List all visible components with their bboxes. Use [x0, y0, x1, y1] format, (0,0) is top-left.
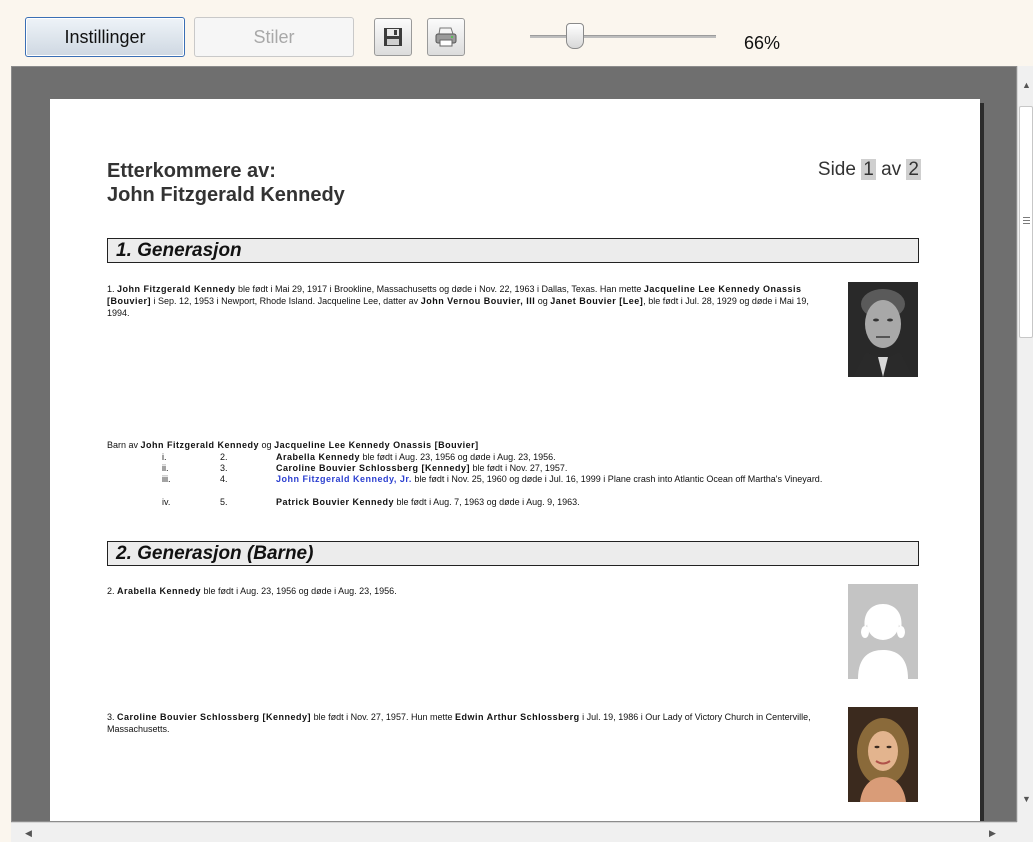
- page-total: 2: [906, 159, 921, 180]
- person-3-name: Caroline Bouvier Schlossberg [Kennedy]: [117, 712, 312, 722]
- person-3-number: 3.: [107, 712, 118, 722]
- person-2-number: 2.: [107, 586, 118, 596]
- scroll-right-icon[interactable]: ▶: [989, 828, 996, 839]
- child-roman: i.: [162, 452, 167, 462]
- page-current: 1: [861, 159, 876, 180]
- person-1-number: 1.: [107, 284, 118, 294]
- scroll-down-icon[interactable]: ▼: [1022, 794, 1031, 804]
- children-heading: Barn av John Fitzgerald Kennedy og Jacqu…: [107, 440, 479, 450]
- horizontal-scrollbar[interactable]: ◀ ▶: [11, 822, 1017, 842]
- report-viewer: Etterkommere av: John Fitzgerald Kennedy…: [11, 66, 1017, 822]
- person-1-spouse-father: John Vernou Bouvier, III: [420, 296, 536, 306]
- person-1-text-b: i Sep. 12, 1953 i Newport, Rhode Island.…: [151, 296, 421, 306]
- child-roman: iii.: [162, 474, 171, 484]
- child-name: Patrick Bouvier Kennedy: [276, 497, 395, 507]
- child-number: 3.: [220, 463, 228, 473]
- page-indicator: Side 1 av 2: [818, 159, 921, 181]
- page-prefix: Side: [817, 159, 856, 180]
- zoom-slider-track[interactable]: [530, 35, 716, 38]
- child-number: 5.: [220, 497, 228, 507]
- toolbar: Instillinger Stiler 66%: [0, 0, 1033, 66]
- child-row: i. 2. Arabella Kennedy ble født i Aug. 2…: [107, 452, 937, 463]
- child-name: Caroline Bouvier Schlossberg [Kennedy]: [276, 463, 471, 473]
- children-prefix: Barn av: [107, 440, 141, 450]
- children-mother: Jacqueline Lee Kennedy Onassis [Bouvier]: [274, 440, 479, 450]
- child-roman: ii.: [162, 463, 169, 473]
- save-button[interactable]: [374, 18, 412, 56]
- person-3-text-a: ble født i Nov. 27, 1957. Hun mette: [311, 712, 455, 722]
- child-details: ble født i Nov. 25, 1960 og døde i Jul. …: [411, 474, 823, 484]
- styles-button: Stiler: [194, 17, 354, 57]
- report-page: Etterkommere av: John Fitzgerald Kennedy…: [50, 99, 980, 821]
- zoom-level: 66%: [744, 33, 781, 53]
- person-1-name: John Fitzgerald Kennedy: [117, 284, 236, 294]
- person-3-photo: [848, 707, 918, 802]
- person-2-name: Arabella Kennedy: [117, 586, 202, 596]
- generation-1-heading: 1. Generasjon: [107, 238, 919, 263]
- page-mid: av: [881, 159, 902, 180]
- person-1-text-a: ble født i Mai 29, 1917 i Brookline, Mas…: [235, 284, 644, 294]
- grip-icon: [1023, 217, 1030, 226]
- child-row: iii. 4. John Fitzgerald Kennedy, Jr. ble…: [107, 474, 937, 496]
- zoom-slider-thumb[interactable]: [566, 23, 584, 49]
- scroll-up-icon[interactable]: ▲: [1022, 80, 1031, 90]
- child-name-link[interactable]: John Fitzgerald Kennedy, Jr.: [276, 474, 412, 484]
- child-row: ii. 3. Caroline Bouvier Schlossberg [Ken…: [107, 463, 937, 474]
- generation-2-heading: 2. Generasjon (Barne): [107, 541, 919, 566]
- person-2-paragraph: 2. Arabella Kennedy ble født i Aug. 23, …: [107, 585, 827, 597]
- vertical-scrollbar[interactable]: ▲ ▼: [1017, 66, 1033, 822]
- person-1-spouse-mother: Janet Bouvier [Lee]: [550, 296, 644, 306]
- floppy-disk-icon: [384, 28, 402, 46]
- children-father: John Fitzgerald Kennedy: [140, 440, 260, 450]
- child-number: 4.: [220, 474, 228, 484]
- person-3-spouse: Edwin Arthur Schlossberg: [454, 712, 580, 722]
- print-button[interactable]: [427, 18, 465, 56]
- report-title-line1: Etterkommere av:: [107, 160, 276, 182]
- report-title: Etterkommere av: John Fitzgerald Kennedy: [107, 159, 345, 207]
- child-number: 2.: [220, 452, 228, 462]
- person-1-paragraph: 1. John Fitzgerald Kennedy ble født i Ma…: [107, 283, 827, 319]
- settings-button[interactable]: Instillinger: [25, 17, 185, 57]
- child-roman: iv.: [162, 497, 171, 507]
- child-details: ble født i Aug. 23, 1956 og døde i Aug. …: [360, 452, 556, 462]
- scrollbar-corner: [1017, 822, 1033, 842]
- person-2-photo-placeholder: [848, 584, 918, 679]
- child-details: ble født i Aug. 7, 1963 og døde i Aug. 9…: [394, 497, 580, 507]
- person-2-text: ble født i Aug. 23, 1956 og døde i Aug. …: [201, 586, 397, 596]
- vertical-scroll-thumb[interactable]: [1019, 106, 1033, 338]
- person-1-text-c: og: [535, 296, 551, 306]
- person-1-photo: [848, 282, 918, 377]
- child-row: iv. 5. Patrick Bouvier Kennedy ble født …: [107, 497, 937, 508]
- person-3-paragraph: 3. Caroline Bouvier Schlossberg [Kennedy…: [107, 711, 827, 735]
- child-details: ble født i Nov. 27, 1957.: [470, 463, 568, 473]
- printer-icon: [435, 27, 457, 47]
- children-and: og: [259, 440, 275, 450]
- report-title-line2: John Fitzgerald Kennedy: [107, 184, 345, 206]
- scroll-left-icon[interactable]: ◀: [25, 828, 32, 839]
- child-name: Arabella Kennedy: [276, 452, 361, 462]
